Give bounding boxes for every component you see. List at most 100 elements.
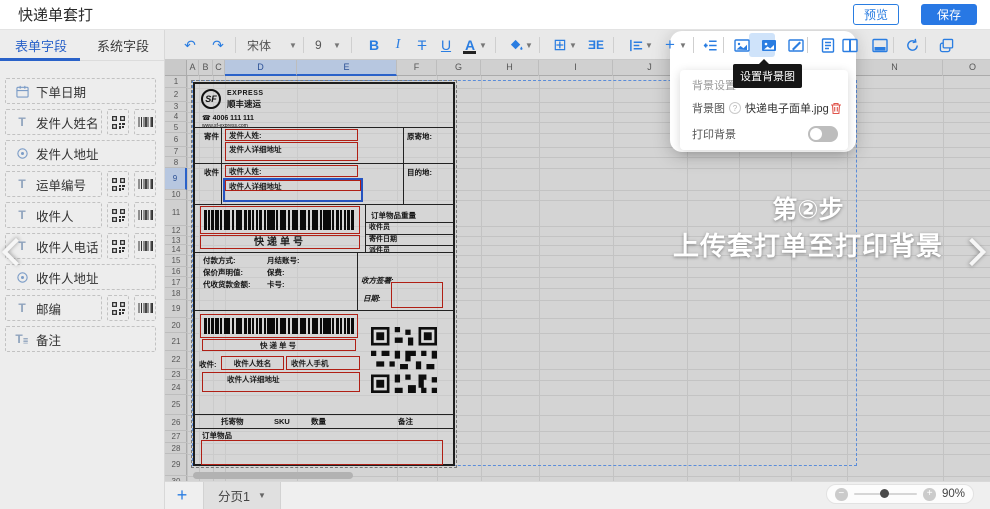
zoom-slider[interactable] <box>854 493 918 495</box>
row-header-8[interactable]: 8 <box>165 157 187 168</box>
row-header-12[interactable]: 12 <box>165 226 187 236</box>
row-header-28[interactable]: 28 <box>165 443 187 454</box>
sidebar-field-收件人地址[interactable]: 收件人地址 <box>5 264 156 290</box>
split-view-icon[interactable] <box>839 30 861 60</box>
fill-color-caret-icon[interactable]: ▼ <box>523 30 535 60</box>
field-recipient-name[interactable]: 收件人姓: <box>225 165 358 177</box>
set-background-image-icon[interactable] <box>758 30 780 60</box>
row-header-19[interactable]: 19 <box>165 300 187 318</box>
field-barcode-1[interactable] <box>200 206 360 234</box>
field-recipient-mobile[interactable]: 收件人手机 <box>286 356 360 370</box>
column-header-D[interactable]: D <box>225 60 297 76</box>
sidebar-field-收件人[interactable]: T收件人 <box>5 202 102 228</box>
grid-corner[interactable] <box>165 60 187 76</box>
row-header-24[interactable]: 24 <box>165 380 187 395</box>
align-caret-icon[interactable]: ▼ <box>643 30 655 60</box>
row-header-6[interactable]: 6 <box>165 133 187 147</box>
row-header-16[interactable]: 16 <box>165 267 187 277</box>
barcode-button[interactable] <box>134 171 156 197</box>
column-header-E[interactable]: E <box>297 60 397 76</box>
row-header-22[interactable]: 22 <box>165 351 187 369</box>
sidebar-field-下单日期[interactable]: 下单日期 <box>5 78 156 104</box>
row-header-23[interactable]: 23 <box>165 369 187 380</box>
italic-icon[interactable]: I <box>387 30 409 60</box>
delete-background-icon[interactable] <box>830 102 842 115</box>
row-header-17[interactable]: 17 <box>165 277 187 288</box>
tab-form-fields[interactable]: 表单字段 <box>0 30 82 60</box>
column-header-I[interactable]: I <box>539 60 613 76</box>
duplicate-page-icon[interactable] <box>935 30 957 60</box>
field-recipient-address[interactable]: 收件人详细地址 <box>225 180 361 191</box>
field-sender-address[interactable]: 发件人详细地址 <box>225 142 358 161</box>
qr-code-button[interactable] <box>107 202 129 228</box>
barcode-button[interactable] <box>134 109 156 135</box>
row-header-18[interactable]: 18 <box>165 288 187 300</box>
row-header-13[interactable]: 13 <box>165 236 187 245</box>
print-layout-icon[interactable] <box>817 30 839 60</box>
row-header-29[interactable]: 29 <box>165 454 187 476</box>
waybill-background-image[interactable]: SF EXPRESS 顺丰速运 ☎ 4006 111 111 www.sf-ex… <box>193 82 455 466</box>
insert-caret-icon[interactable]: ▼ <box>677 30 689 60</box>
sidebar-field-运单编号[interactable]: T运单编号 <box>5 171 102 197</box>
column-header-A[interactable]: A <box>187 60 199 76</box>
horizontal-scrollbar-thumb[interactable] <box>193 472 353 479</box>
strikethrough-icon[interactable]: T <box>411 30 433 60</box>
row-header-2[interactable]: 2 <box>165 88 187 102</box>
tab-system-fields[interactable]: 系统字段 <box>82 30 164 60</box>
column-header-B[interactable]: B <box>199 60 213 76</box>
undo-icon[interactable]: ↶ <box>179 30 201 60</box>
field-barcode-2[interactable] <box>200 314 358 338</box>
row-header-5[interactable]: 5 <box>165 122 187 133</box>
page-footer-icon[interactable] <box>869 30 891 60</box>
column-header-G[interactable]: G <box>437 60 481 76</box>
qr-code-button[interactable] <box>107 171 129 197</box>
column-header-H[interactable]: H <box>481 60 539 76</box>
row-header-15[interactable]: 15 <box>165 255 187 267</box>
borders-caret-icon[interactable]: ▼ <box>567 30 579 60</box>
zoom-in-button[interactable]: + <box>923 488 936 501</box>
field-recipient-address-selected[interactable]: 收件人详细地址 <box>223 178 363 202</box>
font-family-select[interactable]: 宋体 <box>247 30 287 60</box>
qr-code-button[interactable] <box>107 233 129 259</box>
row-header-3[interactable]: 3 <box>165 102 187 112</box>
zoom-out-button[interactable]: − <box>835 488 848 501</box>
page-tab-caret-icon[interactable]: ▼ <box>258 491 266 500</box>
row-header-1[interactable]: 1 <box>165 76 187 88</box>
merge-cells-icon[interactable]: ƎE <box>583 30 609 60</box>
row-header-25[interactable]: 25 <box>165 395 187 415</box>
font-color-caret-icon[interactable]: ▼ <box>477 30 489 60</box>
row-header-21[interactable]: 21 <box>165 333 187 351</box>
field-tracking-number-1[interactable]: 快递单号 <box>200 235 360 249</box>
redo-icon[interactable]: ↷ <box>207 30 229 60</box>
sidebar-field-邮编[interactable]: T邮编 <box>5 295 102 321</box>
column-header-O[interactable]: O <box>943 60 990 76</box>
column-header-N[interactable]: N <box>847 60 943 76</box>
watermark-image-icon[interactable] <box>785 30 807 60</box>
zoom-slider-handle[interactable] <box>880 489 889 498</box>
design-canvas[interactable]: SF EXPRESS 顺丰速运 ☎ 4006 111 111 www.sf-ex… <box>165 60 990 481</box>
column-header-F[interactable]: F <box>397 60 437 76</box>
qr-code-button[interactable] <box>107 295 129 321</box>
row-header-7[interactable]: 7 <box>165 147 187 157</box>
background-image-file-link[interactable]: 快递电子面单.jpg <box>745 100 829 116</box>
field-sender-name[interactable]: 发件人姓: <box>225 129 358 141</box>
add-page-button[interactable]: + <box>173 487 191 505</box>
print-background-toggle[interactable] <box>808 126 838 142</box>
row-header-14[interactable]: 14 <box>165 245 187 255</box>
bold-icon[interactable]: B <box>363 30 385 60</box>
font-size-caret-icon[interactable]: ▼ <box>331 30 343 60</box>
help-icon[interactable]: ? <box>729 102 741 114</box>
qr-code-button[interactable] <box>107 109 129 135</box>
sidebar-field-备注[interactable]: T≣备注 <box>5 326 156 352</box>
field-recipient-address-2[interactable]: 收件人详细地址 <box>202 372 360 392</box>
barcode-button[interactable] <box>134 233 156 259</box>
barcode-button[interactable] <box>134 295 156 321</box>
field-tracking-number-2[interactable]: 快递单号 <box>202 339 356 351</box>
page-tab[interactable]: 分页1 ▼ <box>203 482 281 509</box>
freeze-icon[interactable] <box>699 30 721 60</box>
refresh-icon[interactable] <box>901 30 923 60</box>
row-header-27[interactable]: 27 <box>165 431 187 443</box>
row-header-20[interactable]: 20 <box>165 318 187 333</box>
barcode-button[interactable] <box>134 202 156 228</box>
row-header-9[interactable]: 9 <box>165 168 187 190</box>
